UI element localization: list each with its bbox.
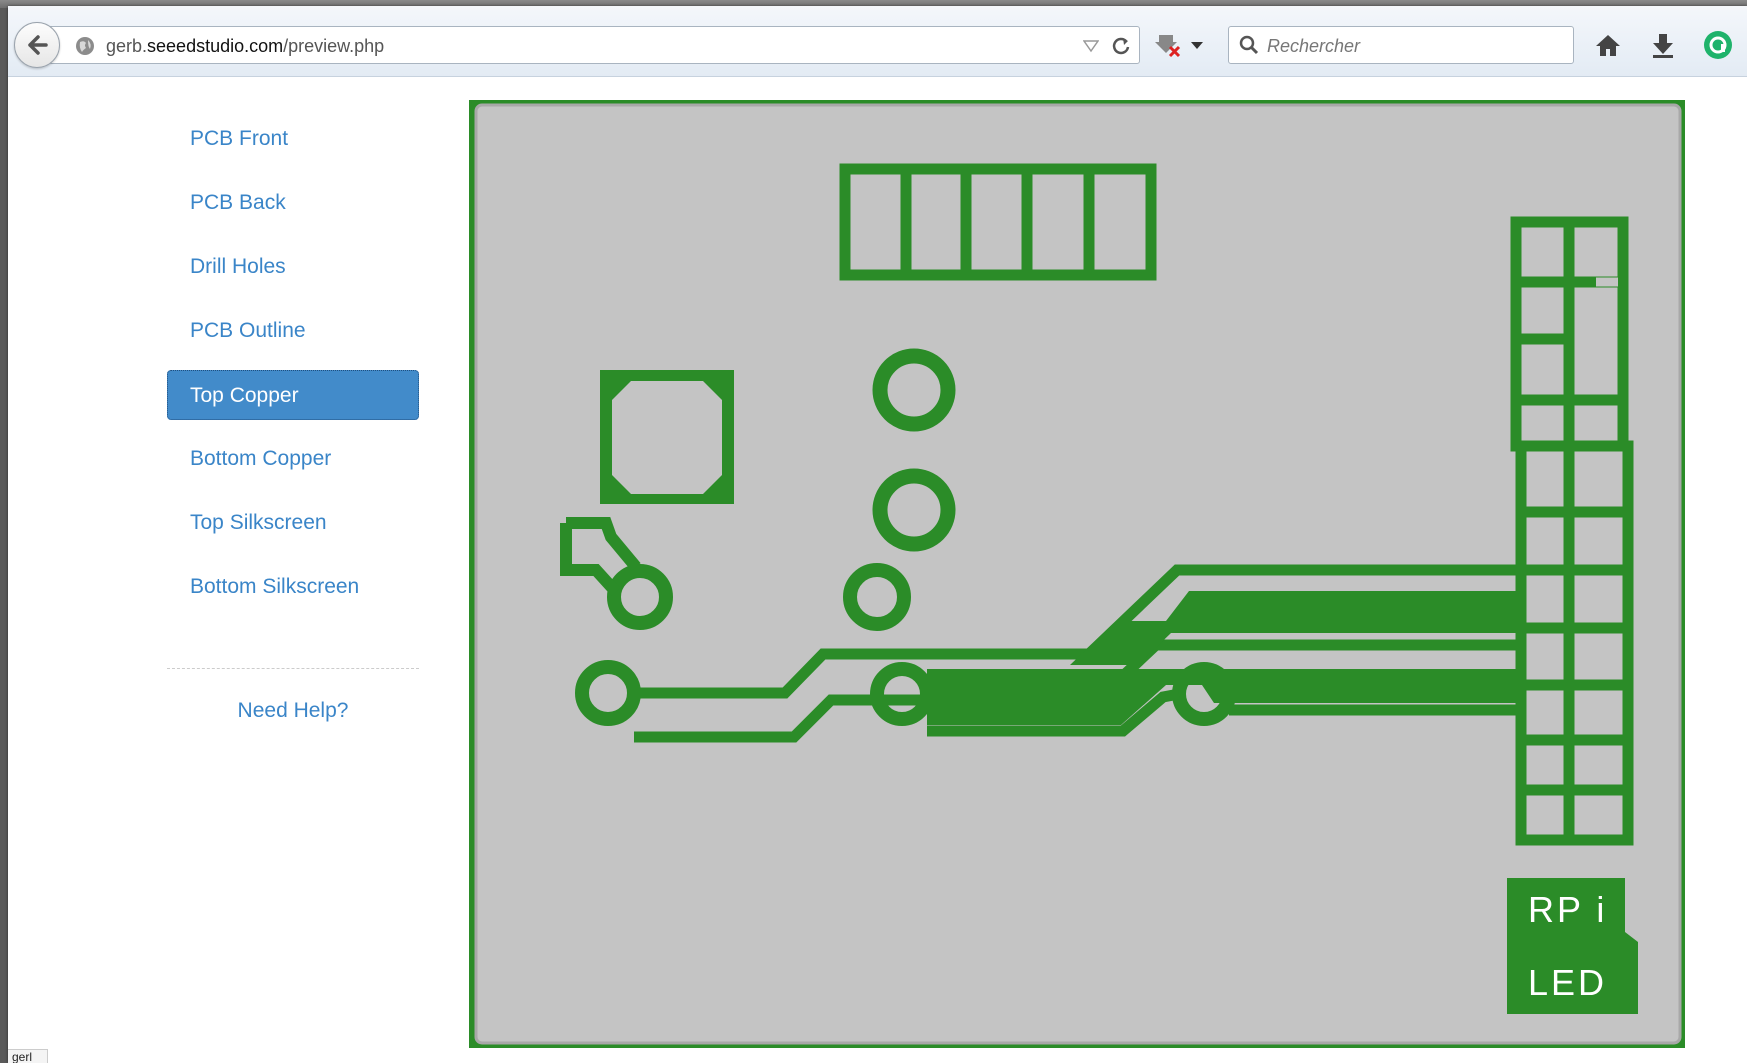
square-pad [600,370,734,504]
nav-pcb-outline[interactable]: PCB Outline [167,306,419,356]
dropdown-arrow-icon[interactable] [1188,36,1206,54]
url-host-prefix: gerb. [106,36,148,56]
globe-icon [76,37,94,55]
back-arrow-icon [28,35,48,55]
need-help-link[interactable]: Need Help? [167,699,419,723]
pcb-preview: RP i LED [469,100,1685,1048]
layer-sidebar: PCB Front PCB Back Drill Holes PCB Outli… [167,114,419,723]
address-bar[interactable]: gerb.seeedstudio.com/preview.php [48,26,1140,64]
extension-icon[interactable] [1702,29,1734,61]
search-input[interactable]: Rechercher [1228,26,1574,64]
browser-window: gerb.seeedstudio.com/preview.php Recherc… [8,6,1747,1063]
sidebar-divider [167,668,419,669]
nav-top-silkscreen[interactable]: Top Silkscreen [167,498,419,548]
nav-bottom-copper[interactable]: Bottom Copper [167,434,419,484]
home-icon[interactable] [1593,30,1623,60]
nav-pcb-front[interactable]: PCB Front [167,114,419,164]
browser-toolbar: gerb.seeedstudio.com/preview.php Recherc… [8,6,1747,77]
board-label-line2: LED [1528,962,1607,1003]
search-icon [1239,35,1259,55]
board-label-line1: RP i [1528,889,1607,930]
nav-top-copper[interactable]: Top Copper [167,370,419,420]
addon-blocked-icon[interactable] [1153,32,1183,58]
status-bar: gerl [8,1049,48,1063]
nav-drill-holes[interactable]: Drill Holes [167,242,419,292]
history-dropdown-icon[interactable] [1083,39,1099,53]
url-actions [1083,36,1131,56]
reload-icon[interactable] [1111,36,1131,56]
download-icon[interactable] [1648,30,1678,60]
nav-pcb-back[interactable]: PCB Back [167,178,419,228]
url-path: /preview.php [283,36,385,56]
search-placeholder: Rechercher [1267,36,1361,56]
url-host: seeedstudio.com [147,36,284,56]
url-text: gerb.seeedstudio.com/preview.php [106,36,384,57]
nav-bottom-silkscreen[interactable]: Bottom Silkscreen [167,562,419,612]
back-button[interactable] [14,22,60,68]
